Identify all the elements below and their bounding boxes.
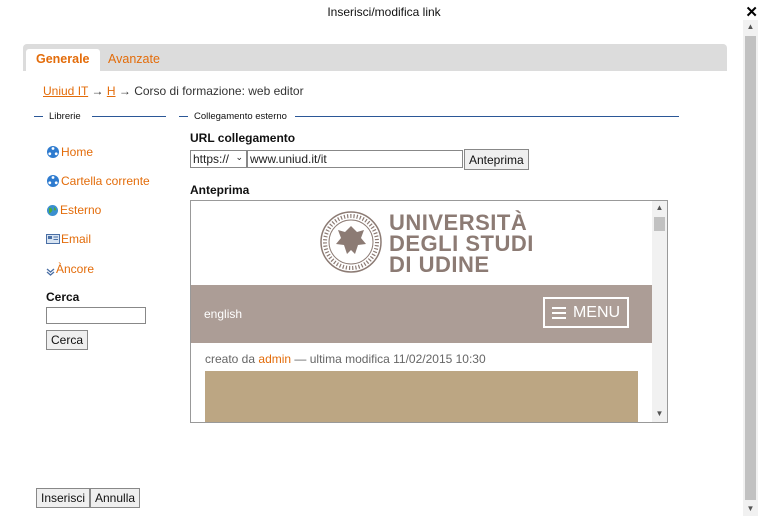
close-icon[interactable]: ✕ [745,3,758,21]
scroll-down-arrow-icon[interactable]: ▼ [652,407,667,421]
sidebar-item-cartella-corrente[interactable]: Cartella corrente [46,174,150,188]
university-name: UNIVERSITÀ DEGLI STUDI DI UDINE [389,210,534,277]
scroll-up-arrow-icon[interactable]: ▲ [743,20,758,34]
external-divider [295,116,679,117]
protocol-select[interactable]: https:// ⌄ [190,150,247,168]
meta-prefix: creato da [205,352,256,366]
university-name-line: UNIVERSITÀ [389,210,528,235]
sidebar-item-label: Àncore [56,262,95,276]
search-label: Cerca [46,290,80,304]
preview-banner: english MENU [191,285,652,343]
dialog-titlebar: Inserisci/modifica link ✕ [0,0,768,26]
sidebar-item-ancore[interactable]: Àncore [46,262,94,276]
librerie-divider [92,116,166,117]
librerie-title: Librerie [49,111,81,122]
url-label: URL collegamento [190,131,296,145]
breadcrumb-link-h[interactable]: H [107,84,116,98]
sidebar-item-home[interactable]: Home [46,145,93,159]
anchor-icon [46,268,55,276]
sidebar-item-label: Email [61,232,92,246]
sidebar-item-email[interactable]: Email [46,232,91,246]
breadcrumb-link-uniud-it[interactable]: Uniud IT [43,84,88,98]
home-network-icon [47,146,59,158]
breadcrumb: Uniud IT → H → Corso di formazione: web … [43,84,304,98]
university-seal-icon [320,211,382,273]
search-input[interactable] [46,307,146,324]
sidebar-item-label: Esterno [60,203,102,217]
url-input[interactable]: www.uniud.it/it [247,150,463,168]
preview-button[interactable]: Anteprima [464,149,529,170]
folder-network-icon [47,175,59,187]
insert-button[interactable]: Inserisci [36,488,91,508]
protocol-value: https:// [193,152,230,166]
menu-button[interactable]: MENU [543,297,629,328]
cancel-button[interactable]: Annulla [90,488,141,508]
dialog-title: Inserisci/modifica link [327,5,441,19]
librerie-divider [34,116,43,117]
sidebar-item-label: Home [61,145,94,159]
preview-label: Anteprima [190,183,250,197]
breadcrumb-current: Corso di formazione: web editor [134,84,304,98]
meta-author-link[interactable]: admin [258,352,291,366]
scroll-down-arrow-icon[interactable]: ▼ [743,502,758,516]
tab-avanzate[interactable]: Avanzate [98,49,170,71]
email-icon [46,234,60,244]
preview-scrollbar[interactable]: ▲ ▼ [652,201,667,422]
university-name-line: DI UDINE [389,252,490,277]
preview-scrollbar-thumb[interactable] [654,217,665,231]
dialog-scrollbar[interactable]: ▲ ▼ [743,20,758,516]
globe-icon [47,204,58,216]
scroll-up-arrow-icon[interactable]: ▲ [652,201,667,215]
english-link[interactable]: english [204,307,242,321]
breadcrumb-separator: → [118,84,131,98]
sidebar-item-esterno[interactable]: Esterno [46,203,101,217]
hamburger-icon [551,304,566,322]
search-button[interactable]: Cerca [46,330,89,350]
chevron-down-icon: ⌄ [235,152,243,162]
university-name-line: DEGLI STUDI [389,231,534,256]
scrollbar-thumb[interactable] [745,36,756,500]
preview-frame[interactable]: UNIVERSITÀ DEGLI STUDI DI UDINE english … [190,200,668,423]
preview-content-block [205,371,638,422]
external-divider [179,116,188,117]
sidebar-item-label: Cartella corrente [61,174,150,188]
tab-generale[interactable]: Generale [26,49,100,71]
breadcrumb-separator: → [91,84,104,98]
preview-meta: creato da admin — ultima modifica 11/02/… [205,352,486,366]
meta-suffix: — ultima modifica 11/02/2015 10:30 [294,352,486,366]
external-title: Collegamento esterno [194,111,287,122]
menu-label: MENU [572,303,621,321]
tab-bar: Generale Avanzate [23,44,727,71]
